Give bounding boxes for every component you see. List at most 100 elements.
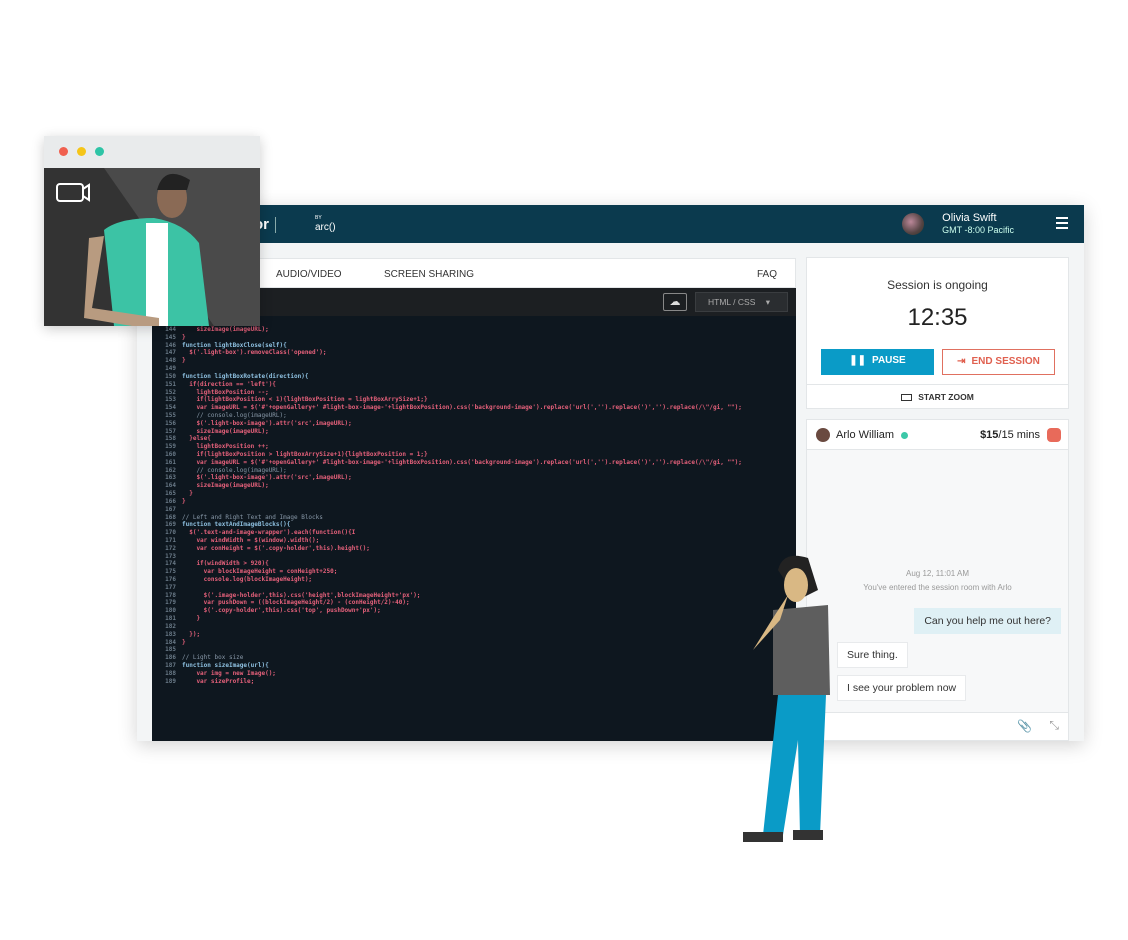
line-number: 187 [165, 661, 176, 669]
code-line: 175 var blockImageHeight = conHeight+250… [152, 568, 742, 576]
paperclip-icon[interactable]: 📎 [1017, 719, 1032, 733]
code-line: 145} [152, 334, 742, 342]
line-text: // Left and Right Text and Image Blocks [182, 513, 323, 521]
line-text: } [182, 490, 193, 498]
line-text: $('.light-box-image').attr('src',imageUR… [182, 474, 352, 482]
end-session-button[interactable]: ⇥ END SESSION [942, 349, 1055, 375]
line-text: var imageURL = $('#'+openGallery+' #ligh… [182, 458, 742, 466]
line-number: 188 [165, 669, 176, 677]
line-number: 149 [165, 365, 176, 373]
line-number: 161 [165, 458, 176, 466]
tab-faq[interactable]: FAQ [757, 269, 777, 280]
exit-icon: ⇥ [957, 356, 966, 367]
line-number: 186 [165, 654, 176, 662]
line-text: } [182, 497, 186, 505]
line-number: 175 [165, 568, 176, 576]
line-number: 152 [165, 388, 176, 396]
language-select[interactable]: HTML / CSS ▾ [695, 292, 788, 312]
line-text: lightBoxPosition --; [182, 388, 269, 396]
code-line: 159 lightBoxPosition ++; [152, 443, 742, 451]
minimize-icon[interactable]: ⤡ [1049, 718, 1059, 733]
line-number: 148 [165, 357, 176, 365]
line-text: // Light box size [182, 654, 244, 662]
code-line: 146 function lightBoxClose(self){ [152, 342, 742, 350]
line-number: 164 [165, 482, 176, 490]
code-line: 174 if(windWidth > 920){ [152, 560, 742, 568]
line-number: 189 [165, 677, 176, 685]
cloud-upload-icon[interactable]: ☁ [663, 293, 687, 311]
line-text: var windWidth = $(window).width(); [182, 536, 320, 544]
line-text: }else{ [182, 435, 211, 443]
line-number: 159 [165, 443, 176, 451]
line-number: 154 [165, 404, 176, 412]
code-line: 180 $('.copy-holder',this).css('top', pu… [152, 607, 742, 615]
user-info[interactable]: Olivia Swift GMT -8:00 Pacific [942, 212, 1014, 236]
pause-icon: ❚❚ [849, 355, 867, 366]
user-avatar[interactable] [902, 213, 924, 235]
line-number: 156 [165, 419, 176, 427]
line-number: 177 [165, 583, 176, 591]
line-text: function lightBoxRotate(direction){ [182, 372, 309, 380]
hourglass-badge-icon [1047, 428, 1061, 442]
line-text: if(windWidth > 920){ [182, 560, 269, 568]
line-text: }); [182, 630, 201, 638]
code-line: 161 var imageURL = $('#'+openGallery+' #… [152, 459, 742, 467]
line-text: // console.log(imageURL); [182, 466, 287, 474]
line-text: sizeImage(imageURL); [182, 326, 269, 333]
video-camera-icon [56, 183, 84, 202]
code-editor[interactable]: ☁ HTML / CSS ▾ 144 sizeImage(imageURL); 1… [152, 288, 796, 741]
hamburger-menu-icon[interactable] [1056, 217, 1068, 232]
code-line: 182 [152, 623, 742, 631]
user-timezone: GMT -8:00 Pacific [942, 225, 1014, 235]
code-line: 183 }); [152, 631, 742, 639]
line-number: 180 [165, 607, 176, 615]
logo-brand: arc() [315, 222, 336, 233]
code-line: 154 var imageURL = $('#'+openGallery+' #… [152, 404, 742, 412]
presenter-illustration [56, 168, 260, 326]
code-line: 173 [152, 553, 742, 561]
line-text: } [182, 615, 201, 623]
tab-audio-video[interactable]: AUDIO/VIDEO [276, 269, 342, 280]
line-number: 179 [165, 599, 176, 607]
line-number: 166 [165, 497, 176, 505]
start-zoom-button[interactable]: START ZOOM [807, 384, 1068, 409]
line-number: 150 [165, 372, 176, 380]
code-line: 144 sizeImage(imageURL); [152, 326, 742, 334]
pause-button[interactable]: ❚❚ PAUSE [821, 349, 934, 375]
caret-down-icon: ▾ [765, 297, 771, 307]
session-card: Session is ongoing 12:35 ❚❚ PAUSE ⇥ END SE… [806, 257, 1069, 409]
line-text: var conHeight = $('.copy-holder',this).h… [182, 544, 370, 552]
line-number: 144 [165, 326, 176, 333]
line-number: 165 [165, 490, 176, 498]
logo-by: BY [315, 215, 322, 221]
code-line: 167 [152, 506, 742, 514]
session-status: Session is ongoing [887, 278, 988, 292]
partner-name: Arlo William [836, 429, 895, 441]
line-number: 173 [165, 552, 176, 560]
line-number: 157 [165, 427, 176, 435]
line-text: $('.copy-holder',this).css('top', pushDo… [182, 607, 381, 615]
code-line: 162 // console.log(imageURL); [152, 467, 742, 475]
line-text: var blockImageHeight = conHeight+250; [182, 568, 338, 576]
line-number: 168 [165, 513, 176, 521]
code-line: 163 $('.light-box-image').attr('src',ima… [152, 474, 742, 482]
line-number: 182 [165, 622, 176, 630]
line-text: function textAndImageBlocks(){ [182, 521, 291, 529]
line-number: 176 [165, 576, 176, 583]
code-line: 187 function sizeImage(url){ [152, 662, 742, 670]
line-text: $('.light-box-image').attr('src',imageUR… [182, 419, 352, 427]
line-text: var pushDown = ((blockImageHeight/2) - (… [182, 599, 410, 607]
code-line: 177 [152, 584, 742, 592]
user-name: Olivia Swift [942, 212, 997, 224]
line-number: 181 [165, 615, 176, 623]
code-line: 166} [152, 498, 742, 506]
line-number: 153 [165, 396, 176, 404]
code-line: 158 }else{ [152, 435, 742, 443]
thinking-person-illustration [743, 555, 830, 842]
line-number: 169 [165, 521, 176, 529]
tab-screen-sharing[interactable]: SCREEN SHARING [384, 269, 474, 280]
line-number: 167 [165, 505, 176, 513]
code-line: 179 var pushDown = ((blockImageHeight/2)… [152, 599, 742, 607]
line-text: // console.log(imageURL); [182, 411, 287, 419]
code-line: 160 if(lightBoxPosition > lightBoxArrySi… [152, 451, 742, 459]
